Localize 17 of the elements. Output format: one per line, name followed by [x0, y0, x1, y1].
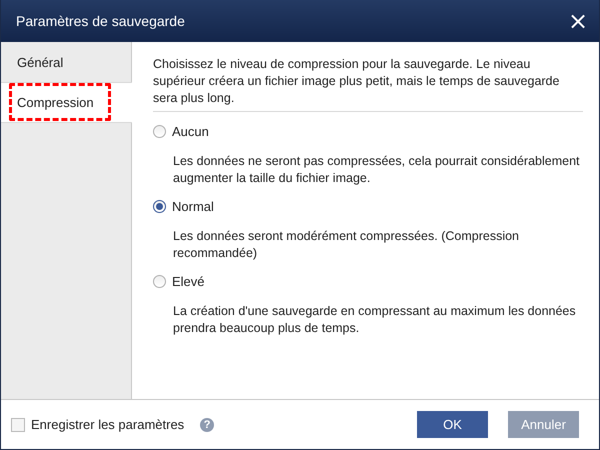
- sidebar-tab[interactable]: Général: [1, 42, 132, 82]
- intro-text: Choisissez le niveau de compression pour la sauvegarde. Le niveau supérieur créera un fichier image plus petit, mais le temps de sauvegarde sera plus long.: [153, 56, 560, 107]
- checkbox[interactable]: [11, 418, 25, 432]
- window-title: Paramètres de sauvegarde: [16, 13, 186, 29]
- option-label: Elevé: [172, 274, 205, 289]
- close-button[interactable]: ×: [557, 0, 599, 42]
- option-description: Les données ne seront pas compressées, cela pourrait considérablement augmenter la taille du fichier image.: [173, 153, 580, 187]
- option-description: Les données seront modérément compressées. (Compression recommandée): [173, 228, 520, 262]
- radio-button[interactable]: [153, 125, 166, 138]
- option-description: La création d'une sauvegarde en compressant au maximum les données prendra beaucoup plus de temps.: [173, 303, 577, 337]
- radio-button[interactable]: [153, 200, 166, 213]
- option-label: Normal: [172, 199, 214, 214]
- sidebar-tab[interactable]: Compression: [1, 82, 132, 123]
- ok-button[interactable]: OK: [417, 411, 488, 438]
- checkbox-label: Enregistrer les paramètres: [31, 417, 184, 432]
- radio-button[interactable]: [153, 275, 166, 288]
- option-label: Aucun: [172, 124, 209, 139]
